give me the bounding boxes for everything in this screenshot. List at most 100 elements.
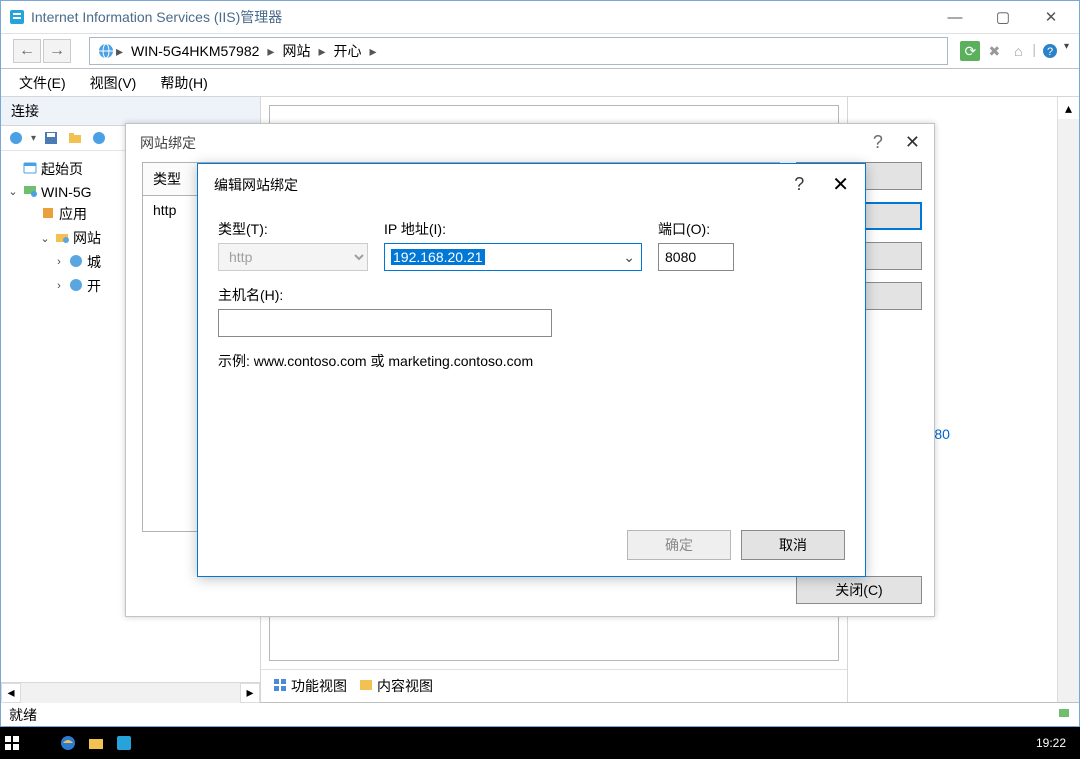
menu-bar: 文件(E) 视图(V) 帮助(H) <box>1 69 1079 97</box>
site-icon <box>69 254 83 271</box>
navigation-bar: ← → ▸ WIN-5G4HKM57982 ▸ 网站 ▸ 开心 ▸ ⟳ ✖ ⌂ … <box>1 33 1079 69</box>
help-icon[interactable]: ? <box>873 132 883 153</box>
toolbar-dropdown-icon[interactable]: ▾ <box>31 133 36 144</box>
type-select: http <box>218 243 368 271</box>
dialog-title: 网站绑定 <box>140 133 873 153</box>
breadcrumb-server[interactable]: WIN-5G4HKM57982 <box>131 43 259 59</box>
refresh-icon[interactable]: ⟳ <box>960 41 980 61</box>
stop-icon[interactable]: ✖ <box>984 41 1004 61</box>
folder-icon <box>55 230 69 247</box>
dialog-title: 编辑网站绑定 <box>214 175 794 195</box>
breadcrumb-sites[interactable]: 网站 <box>282 41 310 61</box>
clock[interactable]: 19:22 <box>1036 736 1066 750</box>
ok-button[interactable]: 确定 <box>627 530 731 560</box>
scroll-right-icon[interactable]: ▸ <box>240 683 260 703</box>
search-icon[interactable] <box>32 735 48 751</box>
task-explorer-icon[interactable] <box>88 735 104 751</box>
ip-label: IP 地址(I): <box>384 219 642 239</box>
status-icon <box>1057 706 1071 723</box>
tree-label: 网站 <box>73 228 101 248</box>
tree-label: 起始页 <box>41 159 83 179</box>
scroll-left-icon[interactable]: ◂ <box>1 683 21 703</box>
close-icon[interactable]: ✕ <box>832 172 849 197</box>
save-icon[interactable] <box>42 129 60 147</box>
ip-combobox[interactable]: 192.168.20.21 ⌄ <box>384 243 642 271</box>
folder-icon[interactable] <box>66 129 84 147</box>
expander-icon[interactable]: › <box>53 256 65 268</box>
dialog-title-bar: 编辑网站绑定 ? ✕ <box>198 164 865 205</box>
port-label: 端口(O): <box>658 219 734 239</box>
connections-header: 连接 <box>1 97 260 126</box>
help-icon[interactable]: ? <box>1040 41 1060 61</box>
host-example: 示例: www.contoso.com 或 marketing.contoso.… <box>218 351 845 371</box>
iis-icon <box>9 9 25 25</box>
breadcrumb-sep-icon: ▸ <box>116 43 123 60</box>
scroll-track[interactable] <box>21 683 240 703</box>
column-type[interactable]: 类型 <box>143 163 203 195</box>
view-switcher: 功能视图 内容视图 <box>261 669 847 702</box>
globe-icon[interactable] <box>90 129 108 147</box>
breadcrumb: ▸ WIN-5G4HKM57982 ▸ 网站 ▸ 开心 ▸ <box>116 41 377 61</box>
view-features[interactable]: 功能视图 <box>273 676 347 696</box>
system-tray: 19:22 <box>1036 736 1076 750</box>
globe-icon <box>96 41 116 61</box>
menu-file[interactable]: 文件(E) <box>7 69 78 97</box>
task-iis-icon[interactable] <box>116 735 132 751</box>
port-input[interactable] <box>658 243 734 271</box>
home-icon[interactable]: ⌂ <box>1008 41 1028 61</box>
nav-tools: ⟳ ✖ ⌂ | ? ▾ <box>954 41 1075 61</box>
connect-icon[interactable] <box>7 129 25 147</box>
cell-type: http <box>143 196 203 224</box>
tree-label: WIN-5G <box>41 184 92 200</box>
view-label: 内容视图 <box>377 676 433 696</box>
left-scrollbar[interactable]: ◂ ▸ <box>1 682 260 702</box>
expander-icon[interactable]: ⌄ <box>39 232 51 245</box>
view-label: 功能视图 <box>291 676 347 696</box>
maximize-button[interactable]: ▢ <box>979 3 1027 31</box>
breadcrumb-site[interactable]: 开心 <box>333 41 361 61</box>
taskbar[interactable]: 19:22 <box>0 727 1080 759</box>
help-dropdown-icon[interactable]: ▾ <box>1064 41 1069 61</box>
close-icon[interactable]: ✕ <box>905 132 920 153</box>
close-dialog-button[interactable]: 关闭(C) <box>796 576 922 604</box>
site-icon <box>69 278 83 295</box>
scroll-up-icon[interactable]: ▴ <box>1058 97 1079 119</box>
cancel-button[interactable]: 取消 <box>741 530 845 560</box>
close-button-wrap: 关闭(C) <box>796 576 922 604</box>
breadcrumb-box[interactable]: ▸ WIN-5G4HKM57982 ▸ 网站 ▸ 开心 ▸ <box>89 37 948 65</box>
dialog-body: 类型(T): http IP 地址(I): 192.168.20.21 ⌄ 端口… <box>198 205 865 379</box>
task-ie-icon[interactable] <box>60 735 76 751</box>
dialog-title-bar: 网站绑定 ? ✕ <box>126 124 934 161</box>
apppool-icon <box>41 206 55 223</box>
breadcrumb-sep-icon: ▸ <box>318 43 325 60</box>
window-title: Internet Information Services (IIS)管理器 <box>31 7 931 27</box>
chevron-down-icon[interactable]: ⌄ <box>623 249 635 266</box>
host-label: 主机名(H): <box>218 285 552 305</box>
dialog-footer: 确定 取消 <box>627 530 845 560</box>
window-title-bar: Internet Information Services (IIS)管理器 ―… <box>1 1 1079 33</box>
minimize-button[interactable]: ― <box>931 3 979 31</box>
start-icon[interactable] <box>4 735 20 751</box>
host-input[interactable] <box>218 309 552 337</box>
expander-icon[interactable]: › <box>53 280 65 292</box>
expander-icon[interactable]: ⌄ <box>7 185 19 198</box>
view-content[interactable]: 内容视图 <box>359 676 433 696</box>
breadcrumb-sep-icon: ▸ <box>369 43 376 60</box>
breadcrumb-sep-icon: ▸ <box>267 43 274 60</box>
close-button[interactable]: ✕ <box>1027 3 1075 31</box>
tool-separator: | <box>1032 41 1036 61</box>
tree-label: 应用 <box>59 204 87 224</box>
content-icon <box>359 678 373 695</box>
tree-label: 开 <box>87 276 101 296</box>
startpage-icon <box>23 161 37 178</box>
nav-back-button[interactable]: ← <box>13 39 41 63</box>
menu-view[interactable]: 视图(V) <box>78 69 149 97</box>
help-icon[interactable]: ? <box>794 174 804 195</box>
nav-forward-button[interactable]: → <box>43 39 71 63</box>
server-icon <box>23 183 37 200</box>
menu-help[interactable]: 帮助(H) <box>148 69 219 97</box>
right-scrollbar[interactable]: ▴ <box>1057 97 1079 702</box>
type-label: 类型(T): <box>218 219 368 239</box>
status-bar: 就绪 <box>1 702 1079 726</box>
features-icon <box>273 678 287 695</box>
